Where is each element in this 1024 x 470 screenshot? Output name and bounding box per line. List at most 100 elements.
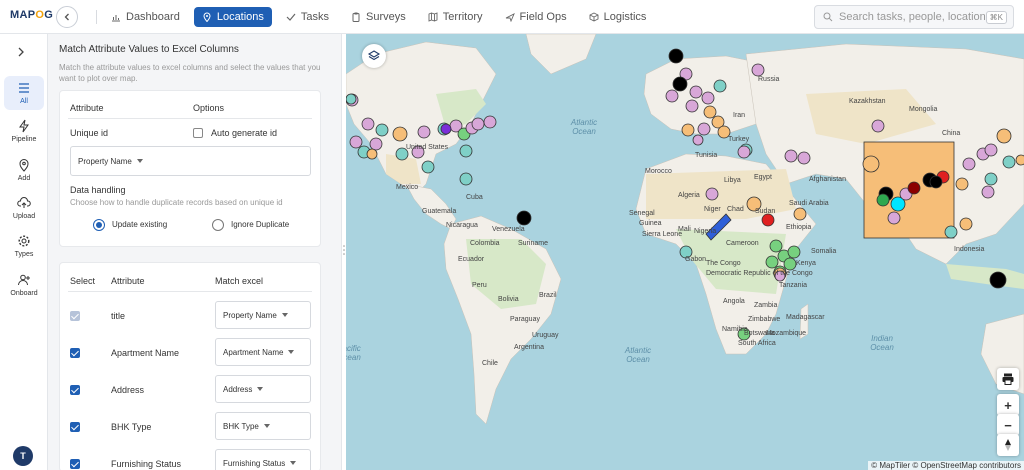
rail-item-upload[interactable]: Upload (4, 191, 44, 225)
map-label: Mexico (396, 184, 419, 191)
user-add-icon (18, 274, 30, 286)
reset-north-button[interactable] (997, 434, 1019, 456)
data-handling-title: Data handling (70, 185, 126, 195)
row-match-select[interactable]: Furnishing Status (215, 449, 311, 470)
map-view[interactable]: Iran Russia Kazakhstan Mongolia China Tu… (346, 34, 1024, 470)
row-match-value: Apartment Name (223, 347, 284, 357)
nav-locations-label: Locations (216, 11, 264, 23)
map-label: Niger (704, 206, 721, 213)
rail-item-upload-label: Upload (12, 213, 36, 220)
map-attribution[interactable]: © MapTiler © OpenStreetMap contributors (868, 461, 1024, 470)
nav-locations[interactable]: Locations (193, 7, 272, 27)
map-label: Bolivia (498, 296, 519, 303)
chevron-down-icon (263, 424, 270, 428)
nav-surveys[interactable]: Surveys (343, 7, 414, 27)
row-match-select[interactable]: Apartment Name (215, 338, 311, 366)
unique-id-select[interactable]: Property Name (70, 146, 311, 176)
cloud-upload-icon (17, 197, 31, 208)
ignore-duplicate-radio[interactable] (212, 219, 224, 231)
plane-icon (505, 13, 515, 22)
rail-item-onboard-label: Onboard (10, 290, 38, 297)
map-label: Democratic Republic of the Congo (706, 270, 813, 277)
map-label: Cuba (466, 194, 483, 201)
app-logo[interactable]: MAPOG (10, 9, 53, 21)
data-handling-description: Choose how to handle duplicate records b… (70, 198, 283, 207)
map-label: Zambia (754, 302, 778, 309)
row-match-select[interactable]: Address (215, 375, 311, 403)
rail-item-all[interactable]: All (4, 76, 44, 110)
main-nav: Dashboard Locations Tasks Surveys Territ… (96, 6, 660, 28)
row-checkbox[interactable] (70, 459, 80, 469)
map-label: Algeria (678, 192, 700, 199)
nav-tasks[interactable]: Tasks (278, 7, 337, 27)
unique-id-select-value: Property Name (78, 156, 132, 166)
nav-territory[interactable]: Territory (420, 7, 491, 27)
chevron-down-icon (290, 461, 297, 465)
chevron-right-icon[interactable] (17, 47, 25, 57)
nav-logistics-label: Logistics (603, 11, 647, 23)
printer-icon (1002, 373, 1014, 385)
global-search[interactable]: Search tasks, people, locations... ⌘K (814, 5, 1014, 29)
top-bar: MAPOG Dashboard Locations Tasks Surveys … (0, 0, 1024, 34)
unique-id-label: Unique id (70, 128, 109, 138)
match-attributes-panel: Match Attribute Values to Excel Columns … (48, 34, 342, 470)
nav-field-ops[interactable]: Field Ops (497, 7, 575, 27)
nav-logistics[interactable]: Logistics (581, 7, 655, 27)
print-button[interactable] (997, 368, 1019, 390)
rail-item-types-label: Types (14, 251, 34, 258)
map-label: Kazakhstan (849, 98, 886, 105)
options-header: Options (193, 103, 225, 113)
chevron-down-icon (288, 350, 295, 354)
auto-generate-label: Auto generate id (211, 128, 278, 138)
attribute-header: Attribute (70, 103, 104, 113)
back-button[interactable] (56, 6, 78, 28)
rail-item-types[interactable]: Types (4, 229, 44, 263)
gear-icon (18, 235, 30, 247)
left-rail: All Pipeline Add Upload Types Onboard T (0, 34, 48, 470)
auto-generate-checkbox[interactable] (193, 128, 203, 138)
row-attribute: Apartment Name (111, 348, 180, 358)
row-checkbox[interactable] (70, 385, 80, 395)
nav-field-ops-label: Field Ops (519, 11, 567, 23)
map-label: Angola (723, 298, 745, 305)
zoom-in-button[interactable]: + (997, 394, 1019, 416)
update-existing-radio[interactable] (93, 219, 105, 231)
row-match-value: Furnishing Status (223, 458, 286, 468)
ignore-duplicate-label: Ignore Duplicate (231, 220, 290, 229)
nav-dashboard[interactable]: Dashboard (103, 7, 188, 27)
attribute-mapping-table: Select Attribute Match excel title Prope… (59, 262, 321, 470)
map-label: Chad (727, 206, 744, 213)
zoom-out-button[interactable]: − (997, 414, 1019, 436)
map-label: Mongolia (909, 106, 938, 113)
layers-icon (367, 50, 381, 61)
user-avatar[interactable]: T (13, 446, 33, 466)
panel-subtitle: Match the attribute values to excel colu… (59, 63, 321, 83)
rail-item-pipeline-label: Pipeline (11, 136, 37, 143)
rail-item-pipeline[interactable]: Pipeline (4, 114, 44, 148)
chevron-down-icon (281, 313, 288, 317)
ocean-label: Pacific Ocean (346, 344, 361, 362)
map-label: United States (406, 144, 449, 151)
row-match-select[interactable]: BHK Type (215, 412, 311, 440)
row-match-select[interactable]: Property Name (215, 301, 311, 329)
rail-item-onboard[interactable]: Onboard (4, 268, 44, 302)
chart-icon (112, 15, 120, 22)
map-label: Nicaragua (446, 222, 478, 229)
pin-add-icon (19, 159, 29, 172)
nav-divider (96, 10, 97, 24)
map-label: The Congo (706, 260, 741, 267)
map-label: South Africa (738, 340, 776, 347)
row-checkbox[interactable] (70, 422, 80, 432)
rail-item-all-label: All (20, 98, 28, 105)
row-match-value: Property Name (223, 310, 277, 320)
search-shortcut: ⌘K (985, 11, 1007, 24)
chevron-down-icon (257, 387, 264, 391)
map-label: Ecuador (458, 256, 485, 263)
map-label: Sudan (755, 208, 776, 215)
row-checkbox[interactable] (70, 348, 80, 358)
rail-item-add[interactable]: Add (4, 153, 44, 187)
layers-button[interactable] (362, 44, 386, 68)
ocean-label: Atlantic Ocean (570, 118, 598, 136)
search-placeholder: Search tasks, people, locations... (839, 11, 1001, 23)
chevron-left-icon (64, 13, 69, 21)
